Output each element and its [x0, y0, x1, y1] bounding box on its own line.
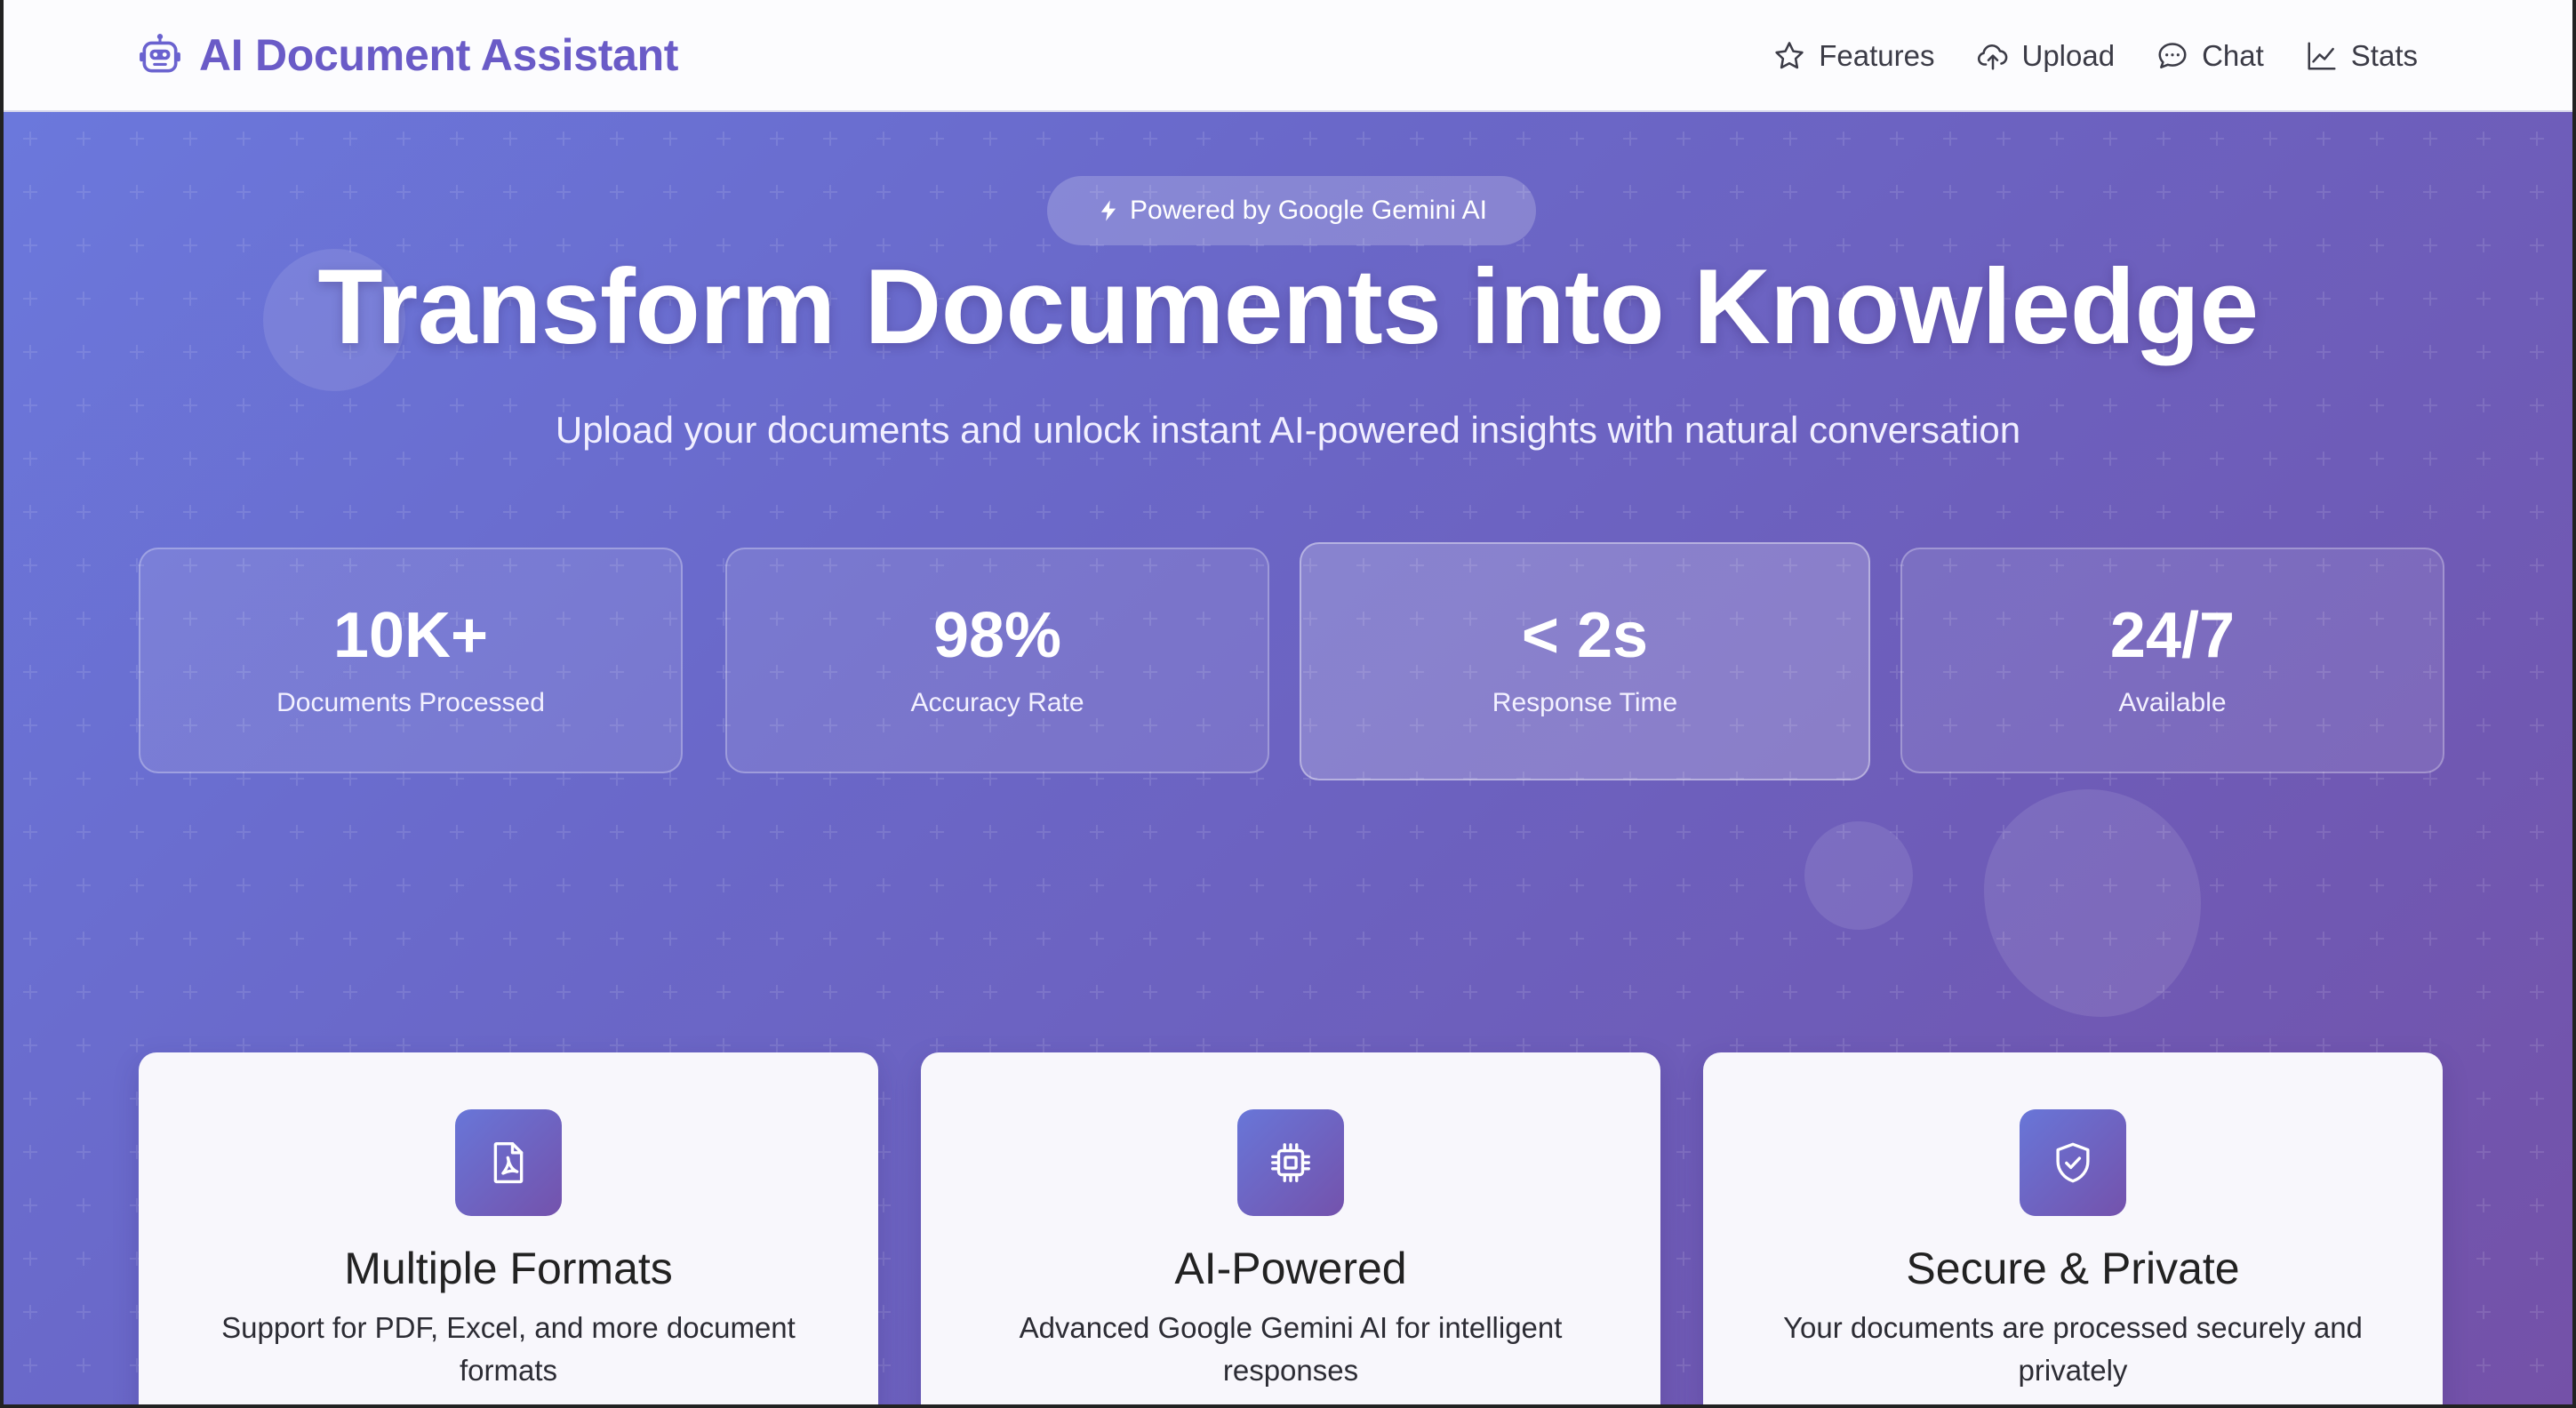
powered-by-badge: Powered by Google Gemini AI — [1047, 176, 1536, 245]
browser-viewport: AI Document Assistant Features Upload Ch… — [0, 0, 2576, 1408]
stat-label: Documents Processed — [276, 688, 545, 717]
feature-card-multiple-formats: Multiple Formats Support for PDF, Excel,… — [139, 1052, 878, 1404]
stat-label: Available — [2118, 688, 2227, 717]
nav-item-stats[interactable]: Stats — [2305, 39, 2418, 73]
hero-title: Transform Documents into Knowledge — [317, 247, 2259, 366]
stat-label: Response Time — [1492, 688, 1678, 717]
stat-label: Accuracy Rate — [910, 688, 1084, 717]
nav-label: Stats — [2350, 39, 2418, 72]
badge-label: Powered by Google Gemini AI — [1130, 196, 1487, 225]
feature-description: Support for PDF, Excel, and more documen… — [221, 1311, 796, 1387]
brand[interactable]: AI Document Assistant — [137, 27, 678, 84]
feature-icon-tile — [2020, 1109, 2126, 1216]
stat-card: 98% Accuracy Rate — [725, 548, 1269, 773]
pdf-file-icon — [493, 1141, 524, 1184]
chat-bubble-icon — [2158, 43, 2187, 68]
hero-subtitle: Upload your documents and unlock instant… — [555, 409, 2021, 451]
main-nav: Features Upload Chat Stats — [1772, 32, 2418, 80]
cloud-upload-icon — [1977, 44, 2007, 70]
feature-card-secure-private: Secure & Private Your documents are proc… — [1703, 1052, 2443, 1404]
stat-card: 24/7 Available — [1900, 548, 2444, 773]
feature-title: Secure & Private — [1906, 1244, 2240, 1293]
stat-value: 24/7 — [2109, 600, 2236, 671]
nav-item-features[interactable]: Features — [1772, 39, 1935, 73]
robot-icon — [137, 32, 183, 78]
stat-value: 10K+ — [332, 600, 489, 671]
nav-label: Chat — [2202, 39, 2264, 72]
stat-card: < 2s Response Time — [1300, 542, 1870, 780]
nav-label: Upload — [2021, 39, 2116, 72]
line-chart-icon — [2308, 42, 2336, 70]
feature-icon-tile — [455, 1109, 562, 1216]
stat-value: < 2s — [1521, 600, 1649, 671]
stat-card: 10K+ Documents Processed — [139, 548, 683, 773]
feature-icon-tile — [1237, 1109, 1344, 1216]
cpu-chip-icon — [1271, 1143, 1310, 1182]
star-icon — [1775, 42, 1804, 69]
navbar: AI Document Assistant Features Upload Ch… — [4, 0, 2572, 112]
feature-description: Advanced Google Gemini AI for intelligen… — [1019, 1311, 1563, 1387]
nav-item-upload[interactable]: Upload — [1976, 39, 2116, 73]
feature-description: Your documents are processed securely an… — [1783, 1311, 2363, 1387]
brand-title: AI Document Assistant — [199, 30, 679, 80]
shield-check-icon — [2056, 1142, 2090, 1183]
nav-item-chat[interactable]: Chat — [2156, 39, 2264, 73]
feature-title: AI-Powered — [1174, 1244, 1407, 1293]
lightning-icon — [1100, 200, 1116, 221]
feature-card-ai-powered: AI-Powered Advanced Google Gemini AI for… — [921, 1052, 1660, 1404]
stat-value: 98% — [932, 600, 1062, 671]
nav-label: Features — [1819, 39, 1935, 72]
decorative-bubble — [1804, 821, 1913, 930]
feature-title: Multiple Formats — [344, 1244, 673, 1293]
